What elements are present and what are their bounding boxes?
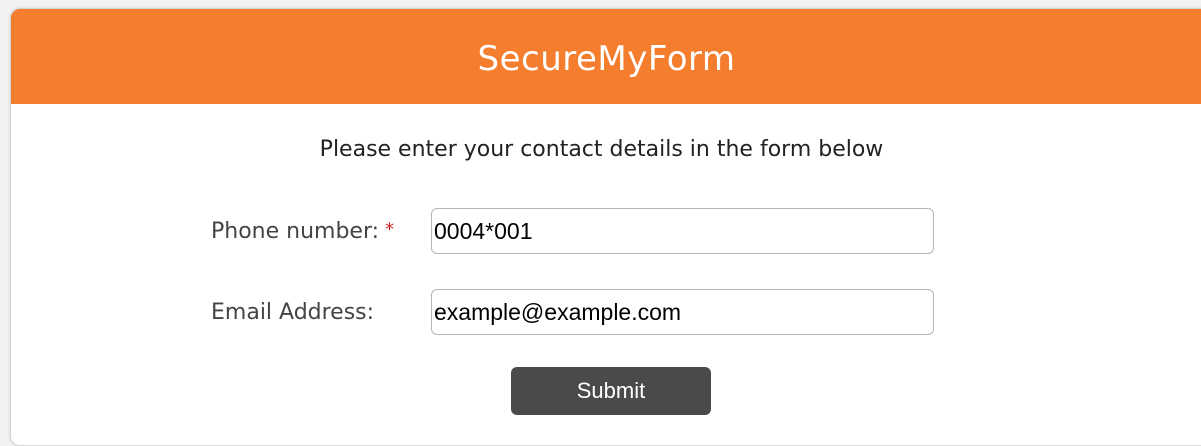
email-address-input[interactable]	[431, 289, 934, 335]
email-label: Email Address:	[211, 299, 375, 325]
form-instructions: Please enter your contact details in the…	[319, 137, 884, 162]
email-label-container: Email Address:	[211, 300, 431, 325]
phone-label: Phone number:	[211, 218, 380, 244]
email-row: Email Address:	[211, 289, 934, 335]
form-card: SecureMyForm Please enter your contact d…	[10, 8, 1201, 446]
page-title: SecureMyForm	[477, 38, 736, 79]
phone-number-input[interactable]	[431, 208, 934, 254]
header-bar: SecureMyForm	[11, 9, 1201, 104]
phone-row: Phone number: *	[211, 208, 934, 254]
phone-label-container: Phone number: *	[211, 219, 431, 244]
required-marker: *	[385, 218, 395, 240]
submit-button[interactable]: Submit	[511, 367, 711, 415]
